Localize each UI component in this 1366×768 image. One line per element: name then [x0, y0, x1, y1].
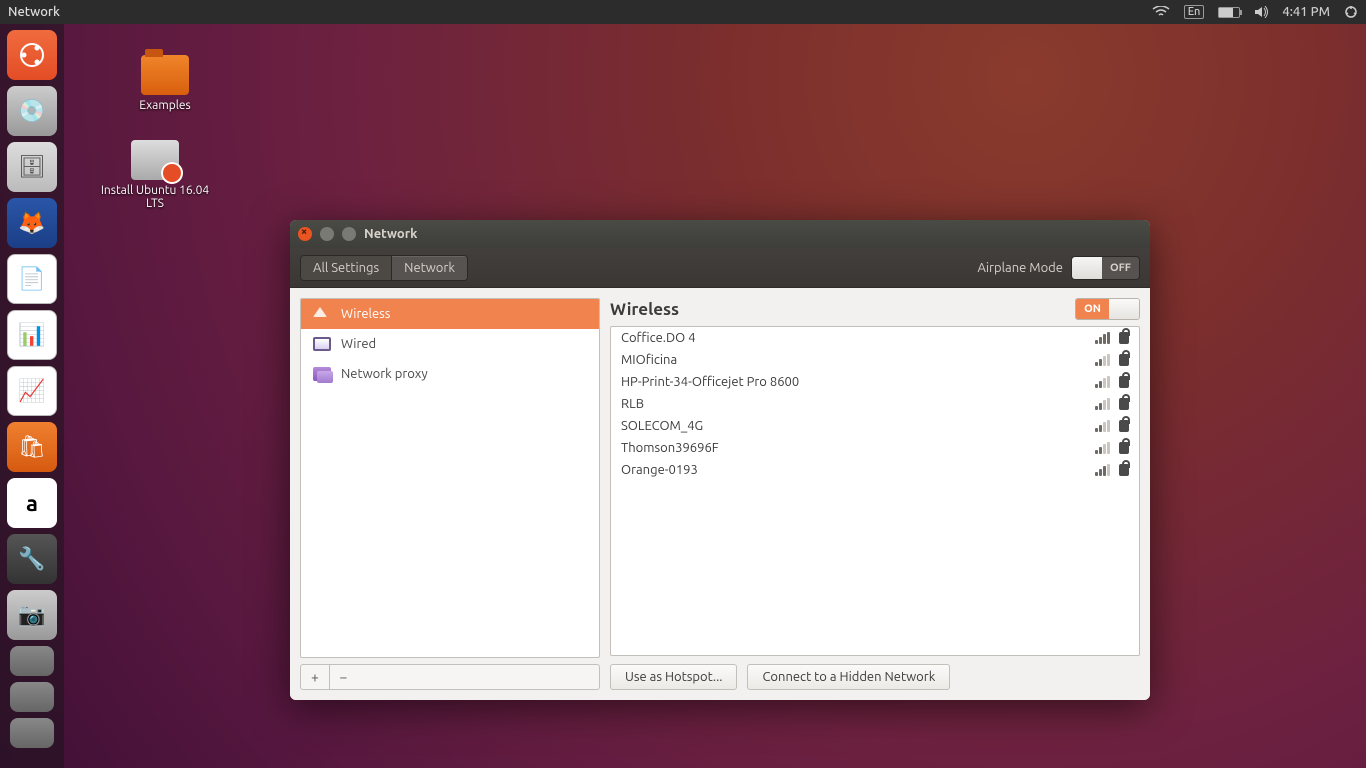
connect-hidden-network-button[interactable]: Connect to a Hidden Network — [747, 664, 950, 690]
add-connection-button[interactable]: + — [301, 665, 329, 689]
wifi-signal-icon — [1095, 332, 1111, 344]
wifi-icon — [313, 307, 331, 321]
breadcrumb: All Settings Network — [300, 255, 468, 281]
wifi-network-name: SOLECOM_4G — [621, 419, 1087, 433]
wifi-network-row[interactable]: HP-Print-34-Officejet Pro 8600 — [611, 371, 1139, 393]
wifi-signal-icon — [1095, 376, 1111, 388]
battery-indicator-icon[interactable] — [1218, 7, 1240, 18]
airplane-mode-label: Airplane Mode — [977, 261, 1063, 275]
lock-icon — [1119, 420, 1129, 432]
launcher-running-window-icon[interactable] — [10, 682, 54, 712]
window-close-button[interactable] — [298, 227, 312, 241]
launcher-amazon-icon[interactable]: a — [7, 478, 57, 528]
window-titlebar[interactable]: Network — [290, 220, 1150, 248]
wifi-network-row[interactable]: RLB — [611, 393, 1139, 415]
wifi-network-row[interactable]: Coffice.DO 4 — [611, 327, 1139, 349]
proxy-icon — [313, 367, 331, 381]
switch-state: ON — [1076, 299, 1109, 319]
desktop-icon-label: Install Ubuntu 16.04 LTS — [100, 184, 210, 210]
launcher-writer-icon[interactable]: 📄 — [7, 254, 57, 304]
launcher-running-window-icon[interactable] — [10, 718, 54, 748]
sidebar-item-label: Network proxy — [341, 367, 428, 381]
folder-icon — [141, 55, 189, 95]
connection-type-pane: Wireless Wired Network proxy + − — [300, 298, 600, 690]
desktop-icon-install[interactable]: Install Ubuntu 16.04 LTS — [100, 140, 210, 210]
launcher-installer-disk-icon[interactable]: 💿 — [7, 86, 57, 136]
sidebar-item-label: Wireless — [341, 307, 390, 321]
menu-bar: Network En 4:41 PM — [0, 0, 1366, 24]
wifi-network-name: RLB — [621, 397, 1087, 411]
desktop-icon-label: Examples — [110, 99, 220, 112]
airplane-mode-toggle[interactable]: OFF — [1071, 256, 1140, 280]
network-indicator-icon[interactable] — [1152, 6, 1170, 18]
session-indicator-icon[interactable] — [1344, 5, 1358, 19]
wifi-network-name: HP-Print-34-Officejet Pro 8600 — [621, 375, 1087, 389]
breadcrumb-network[interactable]: Network — [391, 256, 467, 280]
sidebar-item-wireless[interactable]: Wireless — [301, 299, 599, 329]
launcher-firefox-icon[interactable]: 🦊 — [7, 198, 57, 248]
lock-icon — [1119, 442, 1129, 454]
desktop-icon-examples[interactable]: Examples — [110, 55, 220, 112]
connection-type-list: Wireless Wired Network proxy — [300, 298, 600, 658]
clock[interactable]: 4:41 PM — [1282, 5, 1330, 19]
launcher-files-icon[interactable]: 🗄 — [7, 142, 57, 192]
launcher-impress-icon[interactable]: 📈 — [7, 366, 57, 416]
launcher-screenshot-icon[interactable]: 📷 — [7, 590, 57, 640]
lock-icon — [1119, 354, 1129, 366]
wifi-signal-icon — [1095, 354, 1111, 366]
installer-icon — [131, 140, 179, 180]
wifi-signal-icon — [1095, 398, 1111, 410]
sidebar-item-wired[interactable]: Wired — [301, 329, 599, 359]
window-minimize-button[interactable] — [320, 227, 334, 241]
lock-icon — [1119, 376, 1129, 388]
sidebar-item-label: Wired — [341, 337, 376, 351]
wifi-network-name: MIOficina — [621, 353, 1087, 367]
wifi-network-row[interactable]: Thomson39696F — [611, 437, 1139, 459]
unity-launcher: 💿 🗄 🦊 📄 📊 📈 🛍 a 🔧 📷 — [0, 24, 64, 768]
launcher-calc-icon[interactable]: 📊 — [7, 310, 57, 360]
launcher-settings-icon[interactable]: 🔧 — [7, 534, 57, 584]
wifi-signal-icon — [1095, 442, 1111, 454]
wifi-network-row[interactable]: MIOficina — [611, 349, 1139, 371]
wifi-network-name: Coffice.DO 4 — [621, 331, 1087, 345]
wireless-toggle[interactable]: ON — [1075, 298, 1140, 320]
wifi-signal-icon — [1095, 464, 1111, 476]
breadcrumb-all-settings[interactable]: All Settings — [301, 256, 391, 280]
wifi-network-row[interactable]: SOLECOM_4G — [611, 415, 1139, 437]
sound-indicator-icon[interactable] — [1254, 6, 1268, 18]
detail-heading: Wireless — [610, 300, 679, 319]
language-indicator[interactable]: En — [1184, 5, 1205, 19]
launcher-dash-icon[interactable] — [7, 30, 57, 80]
wifi-network-name: Orange-0193 — [621, 463, 1087, 477]
window-toolbar: All Settings Network Airplane Mode OFF — [290, 248, 1150, 288]
lock-icon — [1119, 398, 1129, 410]
window-title: Network — [364, 227, 417, 241]
launcher-running-window-icon[interactable] — [10, 646, 54, 676]
wifi-signal-icon — [1095, 420, 1111, 432]
add-remove-bar: + − — [300, 664, 600, 690]
lock-icon — [1119, 464, 1129, 476]
sidebar-item-proxy[interactable]: Network proxy — [301, 359, 599, 389]
remove-connection-button[interactable]: − — [329, 665, 357, 689]
connection-detail-pane: Wireless ON Coffice.DO 4 MIOficina HP-Prin… — [610, 298, 1140, 690]
wifi-network-row[interactable]: Orange-0193 — [611, 459, 1139, 481]
lock-icon — [1119, 332, 1129, 344]
network-settings-window: Network All Settings Network Airplane Mo… — [290, 220, 1150, 700]
use-as-hotspot-button[interactable]: Use as Hotspot... — [610, 664, 737, 690]
wireless-network-list: Coffice.DO 4 MIOficina HP-Print-34-Officej… — [610, 326, 1140, 656]
launcher-software-icon[interactable]: 🛍 — [7, 422, 57, 472]
switch-state: OFF — [1102, 257, 1139, 279]
switch-knob — [1072, 257, 1102, 279]
window-maximize-button[interactable] — [342, 227, 356, 241]
switch-knob — [1109, 299, 1139, 319]
active-app-name: Network — [8, 5, 60, 19]
wifi-network-name: Thomson39696F — [621, 441, 1087, 455]
wired-icon — [313, 337, 331, 351]
